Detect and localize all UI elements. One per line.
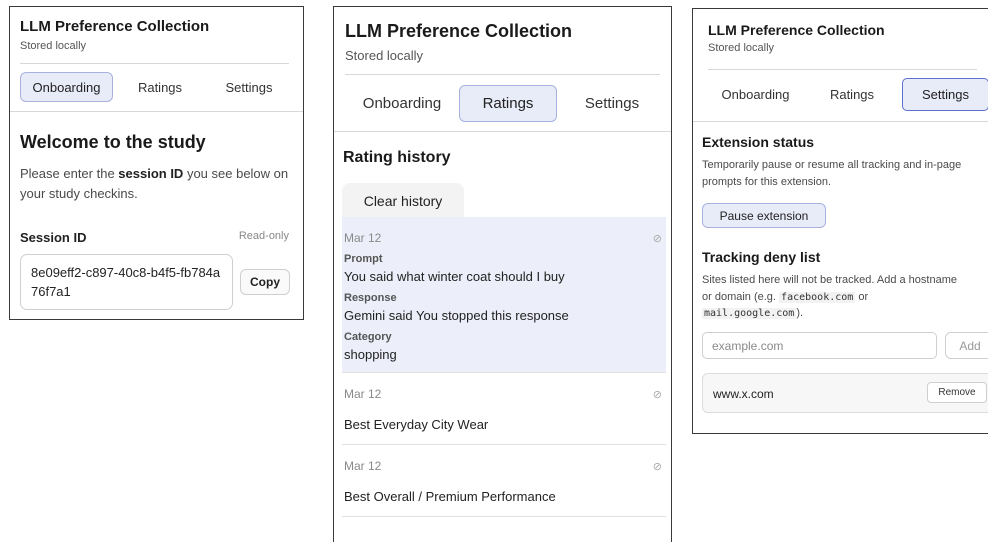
dismiss-circle-slash-icon[interactable]: ⊘: [653, 388, 662, 401]
app-title: LLM Preference Collection: [345, 21, 573, 41]
response-label: Response: [344, 292, 397, 304]
entry-date: Mar 12: [344, 387, 382, 401]
tab-ratings[interactable]: Ratings: [459, 85, 557, 122]
session-id-label: Session ID: [20, 230, 87, 245]
deny-list-description: Sites listed here will not be tracked. A…: [702, 272, 988, 322]
tab-settings[interactable]: Settings: [570, 85, 654, 122]
deny-text-end: ).: [796, 307, 804, 319]
entry-title: Best Everyday City Wear: [344, 417, 489, 432]
app-title: LLM Preference Collection: [708, 22, 885, 38]
response-value: Gemini said You stopped this response: [344, 308, 569, 323]
deny-text-line2: or domain (e.g.: [702, 290, 780, 303]
dismiss-circle-slash-icon[interactable]: ⊘: [653, 232, 662, 245]
app-subtitle: Stored locally: [20, 40, 87, 52]
tabs-divider: [334, 131, 671, 132]
app-subtitle: Stored locally: [345, 48, 424, 63]
deny-text-line1: Sites listed here will not be tracked. A…: [702, 274, 957, 286]
pause-extension-button[interactable]: Pause extension: [702, 203, 826, 228]
clear-history-button[interactable]: Clear history: [342, 183, 464, 219]
welcome-heading: Welcome to the study: [20, 132, 206, 152]
prompt-label: Prompt: [344, 253, 383, 265]
session-id-field[interactable]: 8e09eff2-c897-40c8-b4f5-fb784a76f7a1: [20, 254, 233, 310]
example-domain-facebook: facebook.com: [779, 291, 856, 303]
hostname-input[interactable]: [702, 332, 937, 359]
instructions-bold: session ID: [118, 166, 184, 181]
entry-date: Mar 12: [344, 459, 382, 473]
tab-onboarding[interactable]: Onboarding: [345, 85, 459, 122]
deny-text-or: or: [855, 290, 869, 303]
add-button[interactable]: Add: [945, 332, 988, 359]
entry-title: Best Overall / Premium Performance: [344, 489, 556, 504]
ratings-panel: LLM Preference Collection Stored locally…: [333, 6, 672, 542]
header-divider: [20, 63, 289, 64]
rating-entry[interactable]: Mar 12 ⊘ Prompt You said what winter coa…: [342, 217, 666, 373]
example-domain-gmail: mail.google.com: [702, 308, 797, 319]
welcome-instructions: Please enter the session ID you see belo…: [20, 164, 300, 203]
deny-list-site: www.x.com: [713, 387, 774, 401]
tabs-divider: [693, 121, 988, 122]
instructions-text-start: Please enter the: [20, 166, 119, 181]
tab-ratings[interactable]: Ratings: [818, 78, 886, 111]
app-subtitle: Stored locally: [708, 42, 775, 54]
category-value: shopping: [344, 347, 397, 362]
tab-settings[interactable]: Settings: [214, 72, 284, 102]
settings-panel: LLM Preference Collection Stored locally…: [692, 8, 988, 434]
rating-entry[interactable]: Mar 12 ⊘ Best Everyday City Wear: [342, 373, 666, 445]
deny-list-item: www.x.com Remove: [702, 373, 988, 413]
tab-ratings[interactable]: Ratings: [120, 72, 200, 102]
header-divider: [708, 69, 977, 70]
header-divider: [345, 74, 660, 75]
entry-date: Mar 12: [344, 231, 382, 245]
prompt-value: You said what winter coat should I buy: [344, 269, 565, 284]
dismiss-circle-slash-icon[interactable]: ⊘: [653, 460, 662, 473]
remove-button[interactable]: Remove: [927, 382, 987, 403]
tab-onboarding[interactable]: Onboarding: [708, 78, 803, 111]
rating-entry[interactable]: Mar 12 ⊘ Best Overall / Premium Performa…: [342, 445, 666, 517]
tab-onboarding[interactable]: Onboarding: [20, 72, 113, 102]
copy-button[interactable]: Copy: [240, 269, 290, 295]
read-only-label: Read-only: [238, 230, 289, 242]
rating-history-heading: Rating history: [343, 149, 451, 166]
app-title: LLM Preference Collection: [20, 18, 210, 35]
category-label: Category: [344, 331, 392, 343]
rating-history-list: Mar 12 ⊘ Prompt You said what winter coa…: [342, 217, 666, 517]
extension-status-description: Temporarily pause or resume all tracking…: [702, 159, 962, 188]
tabs-divider: [10, 111, 303, 112]
onboarding-panel: LLM Preference Collection Stored locally…: [9, 6, 304, 320]
deny-list-heading: Tracking deny list: [702, 249, 821, 265]
tab-settings[interactable]: Settings: [902, 78, 988, 111]
extension-status-heading: Extension status: [702, 134, 815, 150]
